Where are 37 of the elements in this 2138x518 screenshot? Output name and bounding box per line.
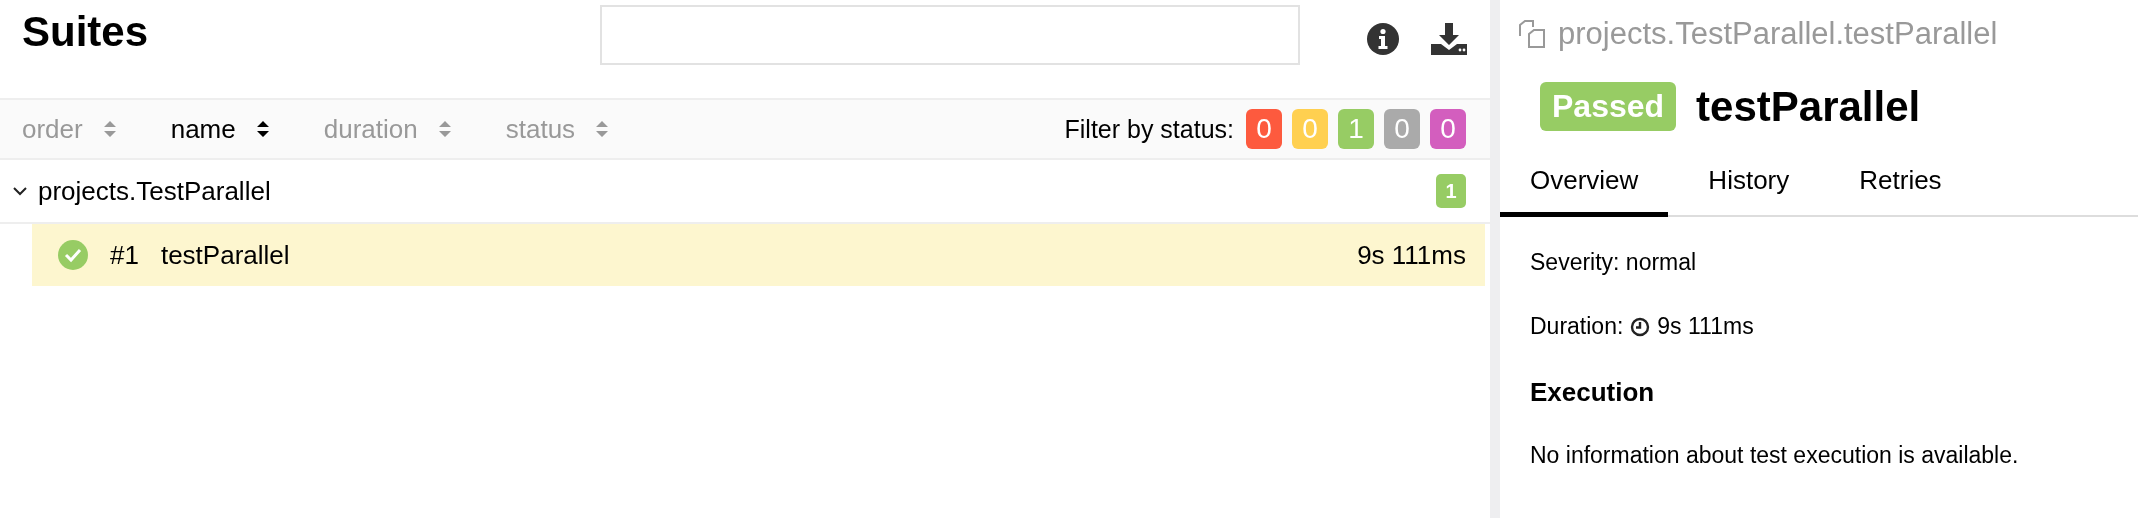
download-icon[interactable] [1430,22,1468,56]
test-name: testParallel [160,239,291,271]
section-title: Execution [1530,377,1656,408]
page-title: Suites [22,8,150,56]
tab[interactable]: History [1678,155,1820,217]
status-check-icon [58,240,88,270]
copy-icon[interactable] [1518,20,1546,48]
status-filter-badge[interactable]: 0 [1430,109,1466,149]
sort-icon [437,120,452,138]
status-filter-badge[interactable]: 1 [1338,109,1374,149]
tab[interactable]: Overview [1500,155,1669,217]
duration-label: Duration: [1530,313,1624,340]
group-name: projects.TestParallel [38,175,272,207]
clock-icon [1630,316,1651,337]
count-badge: 1 [1436,174,1466,208]
status-badge: Passed [1540,82,1677,131]
sort-column[interactable]: name [170,113,270,145]
test-duration: 9s 111ms [1357,239,1466,271]
sort-column[interactable]: duration [323,113,452,145]
filter-label: Filter by status: [1064,114,1234,144]
sort-icon [102,120,117,138]
tab[interactable]: Retries [1829,155,1972,217]
sort-icon [255,120,270,138]
test-path: projects.TestParallel.testParallel [1558,16,1998,52]
test-row[interactable]: #1 testParallel 9s 111ms [32,224,1485,286]
sort-icon [595,120,610,138]
sort-column[interactable]: order [22,113,117,145]
search-field[interactable] [600,5,1300,65]
section-text: No information about test execution is available. [1530,442,2020,469]
sort-column[interactable]: status [505,113,610,145]
status-filter-badge[interactable]: 0 [1246,109,1282,149]
info-icon[interactable] [1366,22,1400,56]
test-title: testParallel [1696,82,1921,131]
status-filter-badge[interactable]: 0 [1384,109,1420,149]
test-order: #1 [110,239,139,271]
duration-value: 9s 111ms [1657,313,1754,340]
severity-text: Severity: normal [1530,249,1698,276]
